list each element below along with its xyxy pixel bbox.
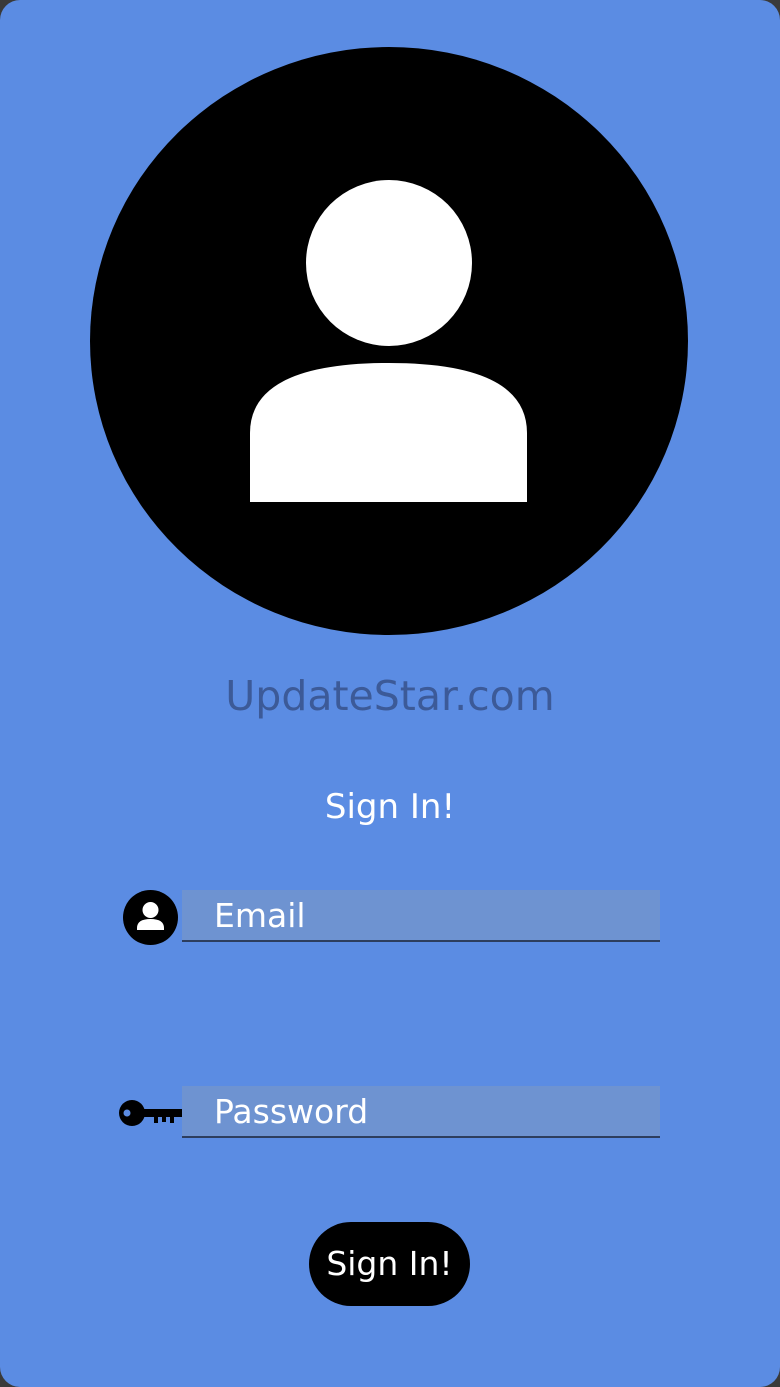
sign-in-button[interactable]: Sign In! xyxy=(309,1222,470,1306)
login-screen: UpdateStar.com Sign In! Sign In! xyxy=(0,0,780,1387)
key-icon xyxy=(119,1100,182,1126)
brand-name: UpdateStar.com xyxy=(225,672,555,720)
user-circle-icon xyxy=(123,890,178,945)
page-title: Sign In! xyxy=(324,787,456,827)
password-input[interactable] xyxy=(182,1086,660,1138)
user-avatar-icon xyxy=(250,180,527,502)
email-input[interactable] xyxy=(182,890,660,942)
avatar xyxy=(90,47,688,635)
